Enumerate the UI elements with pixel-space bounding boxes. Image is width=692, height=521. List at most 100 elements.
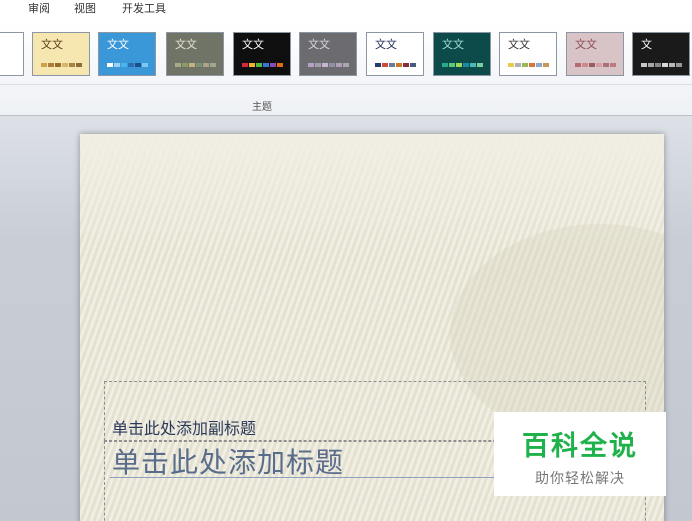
- color-swatch: [375, 63, 381, 67]
- color-swatch: [203, 63, 209, 67]
- theme-thumbnail[interactable]: 文文: [32, 32, 90, 76]
- tab-review[interactable]: 审阅: [28, 2, 50, 16]
- theme-thumbnail[interactable]: 文文: [299, 32, 357, 76]
- color-swatch: [69, 63, 75, 67]
- theme-thumbnail[interactable]: 文: [632, 32, 690, 76]
- theme-color-swatches: [575, 63, 616, 67]
- color-swatch: [308, 63, 314, 67]
- theme-thumbnail-text: 文文: [508, 38, 530, 51]
- color-swatch: [536, 63, 542, 67]
- theme-color-swatches: [508, 63, 549, 67]
- color-swatch: [396, 63, 402, 67]
- color-swatch: [589, 63, 595, 67]
- color-swatch: [463, 63, 469, 67]
- theme-thumbnail-text: 文文: [442, 38, 464, 51]
- ribbon-tab-bar: ‹ 审阅 视图 开发工具: [0, 0, 692, 22]
- color-swatch: [382, 63, 388, 67]
- color-swatch: [343, 63, 349, 67]
- color-swatch: [62, 63, 68, 67]
- color-swatch: [336, 63, 342, 67]
- theme-color-swatches: [41, 63, 82, 67]
- theme-color-swatches: [308, 63, 349, 67]
- color-swatch: [182, 63, 188, 67]
- color-swatch: [522, 63, 528, 67]
- theme-thumbnail[interactable]: 文文: [566, 32, 624, 76]
- theme-thumbnail[interactable]: 文文: [98, 32, 156, 76]
- color-swatch: [662, 63, 668, 67]
- theme-thumbnail[interactable]: 文文: [366, 32, 424, 76]
- color-swatch: [41, 63, 47, 67]
- color-swatch: [329, 63, 335, 67]
- color-swatch: [55, 63, 61, 67]
- color-swatch: [142, 63, 148, 67]
- color-swatch: [515, 63, 521, 67]
- color-swatch: [456, 63, 462, 67]
- color-swatch: [669, 63, 675, 67]
- color-swatch: [48, 63, 54, 67]
- theme-thumbnail-text: 文文: [107, 38, 129, 51]
- theme-color-swatches: [442, 63, 483, 67]
- theme-gallery: 文文 文文 文文 文文 文文 文文 文文 文文 文文文: [0, 30, 692, 78]
- watermark-main-text: 百科全说: [522, 431, 638, 462]
- theme-thumbnail[interactable]: 文文: [433, 32, 491, 76]
- color-swatch: [603, 63, 609, 67]
- theme-thumbnail-text: 文文: [41, 38, 63, 51]
- color-swatch: [121, 63, 127, 67]
- color-swatch: [263, 63, 269, 67]
- color-swatch: [403, 63, 409, 67]
- color-swatch: [449, 63, 455, 67]
- theme-color-swatches: [107, 63, 148, 67]
- subtitle-placeholder-text[interactable]: 单击此处添加副标题: [112, 415, 256, 439]
- color-swatch: [389, 63, 395, 67]
- group-divider: [0, 84, 692, 85]
- theme-color-swatches: [375, 63, 416, 67]
- theme-thumbnail[interactable]: 文文: [233, 32, 291, 76]
- color-swatch: [196, 63, 202, 67]
- theme-thumbnail-text: 文文: [308, 38, 330, 51]
- theme-color-swatches: [641, 63, 682, 67]
- color-swatch: [210, 63, 216, 67]
- color-swatch: [582, 63, 588, 67]
- color-swatch: [477, 63, 483, 67]
- color-swatch: [107, 63, 113, 67]
- color-swatch: [676, 63, 682, 67]
- color-swatch: [249, 63, 255, 67]
- watermark-badge: 百科全说 助你轻松解决: [494, 412, 666, 496]
- color-swatch: [256, 63, 262, 67]
- color-swatch: [610, 63, 616, 67]
- theme-thumbnail-text: 文文: [575, 38, 597, 51]
- color-swatch: [135, 63, 141, 67]
- color-swatch: [76, 63, 82, 67]
- title-placeholder-text[interactable]: 单击此处添加标题: [112, 441, 344, 481]
- color-swatch: [175, 63, 181, 67]
- theme-thumbnail[interactable]: 文文: [499, 32, 557, 76]
- color-swatch: [543, 63, 549, 67]
- color-swatch: [114, 63, 120, 67]
- tab-view[interactable]: 视图: [74, 2, 96, 16]
- theme-thumbnail-text: 文: [641, 38, 652, 51]
- color-swatch: [641, 63, 647, 67]
- color-swatch: [242, 63, 248, 67]
- tab-developer[interactable]: 开发工具: [122, 2, 166, 16]
- color-swatch: [575, 63, 581, 67]
- color-swatch: [655, 63, 661, 67]
- ribbon-design: 文文 文文 文文 文文 文文 文文 文文 文文 文文文 主题: [0, 22, 692, 116]
- color-swatch: [410, 63, 416, 67]
- color-swatch: [270, 63, 276, 67]
- theme-thumbnail[interactable]: [0, 32, 24, 76]
- theme-thumbnail-text: 文文: [375, 38, 397, 51]
- theme-color-swatches: [175, 63, 216, 67]
- color-swatch: [277, 63, 283, 67]
- color-swatch: [128, 63, 134, 67]
- theme-thumbnail[interactable]: 文文: [166, 32, 224, 76]
- themes-group-label: 主题: [252, 102, 272, 113]
- color-swatch: [529, 63, 535, 67]
- color-swatch: [470, 63, 476, 67]
- theme-color-swatches: [242, 63, 283, 67]
- color-swatch: [442, 63, 448, 67]
- theme-thumbnail-text: 文文: [175, 38, 197, 51]
- theme-thumbnail-text: 文文: [242, 38, 264, 51]
- color-swatch: [189, 63, 195, 67]
- color-swatch: [596, 63, 602, 67]
- color-swatch: [322, 63, 328, 67]
